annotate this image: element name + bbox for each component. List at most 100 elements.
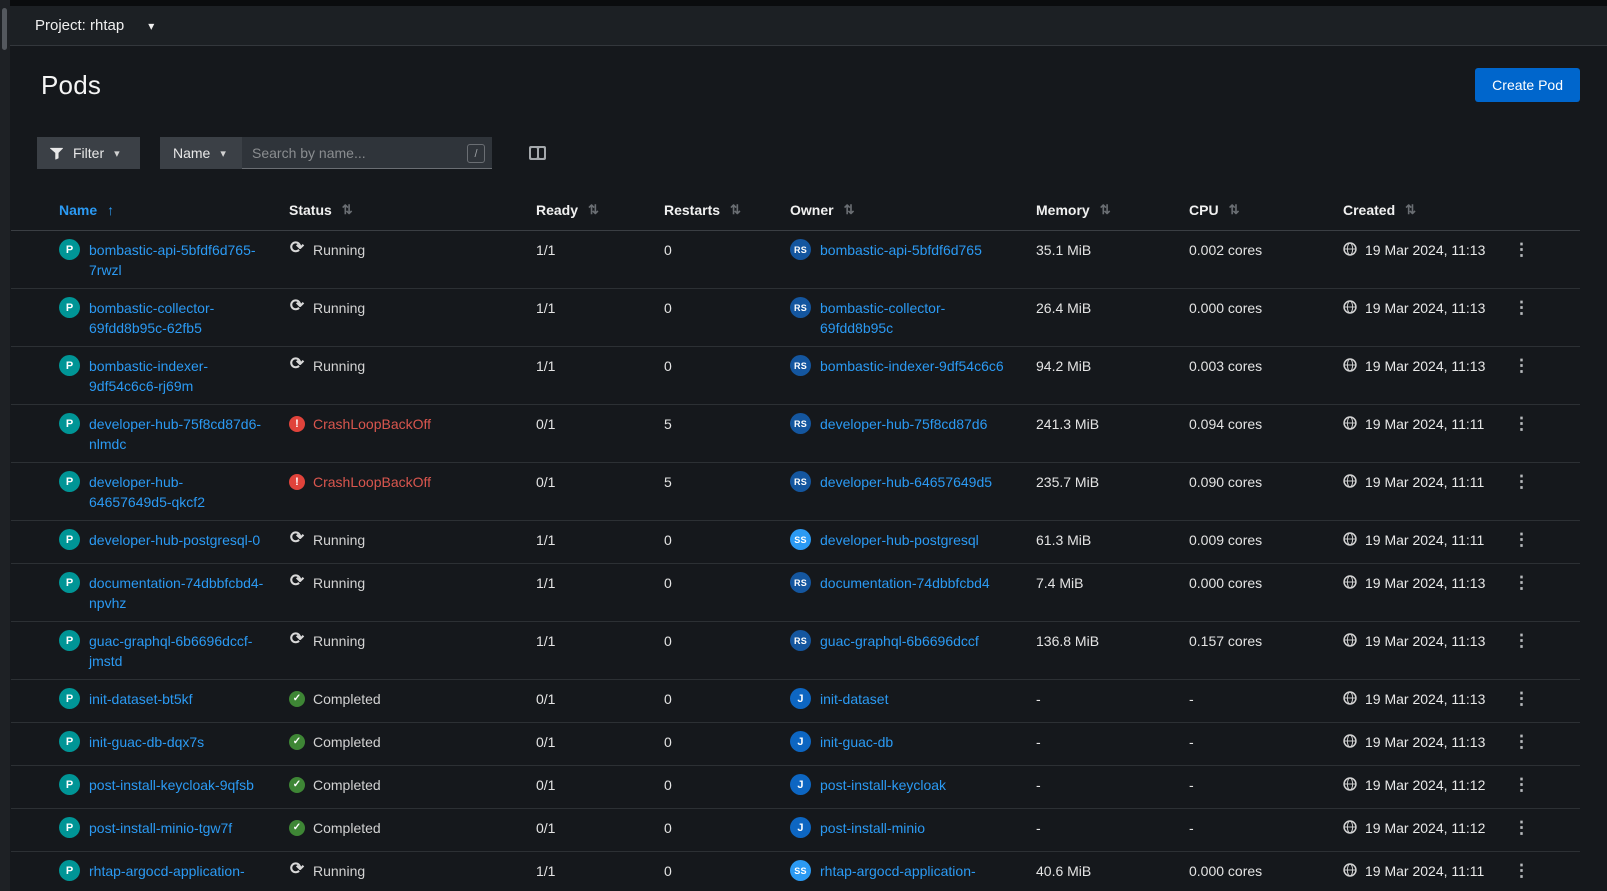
kebab-menu-button[interactable]: ⋮ — [1489, 531, 1540, 549]
owner-link[interactable]: rhtap-argocd-application- — [820, 861, 1012, 881]
globe-icon — [1343, 575, 1357, 589]
kebab-menu-button[interactable]: ⋮ — [1489, 574, 1540, 592]
sort-icon: ⇅ — [341, 202, 353, 217]
table-row: P developer-hub-64657649d5-qkcf2 ! Crash… — [11, 463, 1580, 521]
project-selector-dropdown[interactable]: Project: rhtap ▾ — [35, 17, 154, 34]
pod-name-link[interactable]: bombastic-collector-69fdd8b95c-62fb5 — [89, 298, 265, 338]
pod-name-link[interactable]: post-install-keycloak-9qfsb — [89, 775, 265, 795]
pod-badge: P — [59, 413, 80, 434]
created-timestamp: 19 Mar 2024, 11:11 — [1365, 532, 1485, 548]
sort-icon: ⇅ — [730, 202, 741, 217]
owner-badge: SS — [790, 529, 811, 550]
table-row: P post-install-minio-tgw7f ✓ Completed 0… — [11, 809, 1580, 852]
slash-shortcut-badge: / — [467, 144, 485, 163]
pod-status-icon: ✓ — [289, 691, 305, 707]
pod-status-text: Running — [313, 633, 366, 649]
search-attribute-dropdown[interactable]: Name ▾ — [160, 137, 242, 169]
pod-name-link[interactable]: developer-hub-postgresql-0 — [89, 530, 265, 550]
pod-restart-count: 0 — [664, 691, 672, 707]
kebab-menu-button[interactable]: ⋮ — [1489, 357, 1540, 375]
pod-name-link[interactable]: developer-hub-75f8cd87d6-nlmdc — [89, 414, 265, 454]
pod-name-link[interactable]: bombastic-api-5bfdf6d765-7rwzl — [89, 240, 265, 280]
owner-link[interactable]: post-install-minio — [820, 818, 1012, 838]
kebab-menu-button[interactable]: ⋮ — [1489, 299, 1540, 317]
pod-ready-count: 1/1 — [536, 300, 556, 316]
pod-name-link[interactable]: rhtap-argocd-application- — [89, 861, 265, 881]
pod-memory: 61.3 MiB — [1036, 532, 1092, 548]
globe-icon — [1343, 474, 1357, 488]
pod-name-link[interactable]: documentation-74dbbfcbd4-npvhz — [89, 573, 265, 613]
pod-ready-count: 1/1 — [536, 242, 556, 258]
owner-link[interactable]: bombastic-indexer-9df54c6c6 — [820, 356, 1012, 376]
pods-table-header: Name ↑ Status ⇅ Ready ⇅ Restarts ⇅ Owner — [11, 190, 1580, 231]
globe-icon — [1343, 416, 1357, 430]
table-row: P documentation-74dbbfcbd4-npvhz ⟳ Runni… — [11, 564, 1580, 622]
owner-link[interactable]: bombastic-collector-69fdd8b95c — [820, 298, 1012, 338]
column-header-created[interactable]: Created ⇅ — [1343, 202, 1489, 218]
kebab-menu-button[interactable]: ⋮ — [1489, 632, 1540, 650]
pod-name-link[interactable]: init-guac-db-dqx7s — [89, 732, 265, 752]
pod-created: 19 Mar 2024, 11:12 — [1343, 775, 1489, 795]
owner-link[interactable]: init-dataset — [820, 689, 1012, 709]
column-header-cpu[interactable]: CPU ⇅ — [1189, 202, 1343, 218]
pod-created: 19 Mar 2024, 11:11 — [1343, 530, 1489, 550]
owner-link[interactable]: developer-hub-64657649d5 — [820, 472, 1012, 492]
pod-badge: P — [59, 774, 80, 795]
column-header-ready[interactable]: Ready ⇅ — [536, 202, 664, 218]
pod-restart-count: 5 — [664, 416, 672, 432]
pod-memory: 7.4 MiB — [1036, 575, 1084, 591]
pod-name-link[interactable]: post-install-minio-tgw7f — [89, 818, 265, 838]
pod-status-text: CrashLoopBackOff — [313, 416, 432, 432]
owner-link[interactable]: post-install-keycloak — [820, 775, 1012, 795]
create-pod-button[interactable]: Create Pod — [1475, 68, 1580, 102]
sort-icon: ⇅ — [1405, 202, 1417, 217]
pod-ready-count: 0/1 — [536, 691, 556, 707]
pod-restart-count: 0 — [664, 242, 672, 258]
column-header-status[interactable]: Status ⇅ — [289, 202, 536, 218]
filter-dropdown[interactable]: Filter ▾ — [37, 137, 140, 169]
created-timestamp: 19 Mar 2024, 11:13 — [1365, 575, 1486, 591]
pod-ready-count: 1/1 — [536, 532, 556, 548]
column-header-restarts[interactable]: Restarts ⇅ — [664, 202, 790, 218]
pod-badge: P — [59, 355, 80, 376]
kebab-menu-button[interactable]: ⋮ — [1489, 690, 1540, 708]
pod-cpu: - — [1189, 691, 1194, 707]
pod-created: 19 Mar 2024, 11:13 — [1343, 298, 1489, 318]
owner-link[interactable]: guac-graphql-6b6696dccf — [820, 631, 1012, 651]
created-timestamp: 19 Mar 2024, 11:13 — [1365, 734, 1486, 750]
pod-ready-count: 0/1 — [536, 734, 556, 750]
pod-cpu: - — [1189, 777, 1194, 793]
pod-name-link[interactable]: bombastic-indexer-9df54c6c6-rj69m — [89, 356, 265, 396]
caret-down-icon: ▾ — [114, 147, 120, 160]
owner-link[interactable]: developer-hub-75f8cd87d6 — [820, 414, 1012, 434]
pod-name-link[interactable]: guac-graphql-6b6696dccf-jmstd — [89, 631, 265, 671]
column-header-name[interactable]: Name ↑ — [59, 202, 289, 218]
pod-name-link[interactable]: init-dataset-bt5kf — [89, 689, 265, 709]
column-management-icon[interactable] — [529, 146, 546, 160]
pod-badge: P — [59, 630, 80, 651]
owner-link[interactable]: bombastic-api-5bfdf6d765 — [820, 240, 1012, 260]
pod-restart-count: 0 — [664, 358, 672, 374]
owner-badge: RS — [790, 413, 811, 434]
search-input[interactable] — [242, 137, 492, 169]
kebab-menu-button[interactable]: ⋮ — [1489, 819, 1540, 837]
pod-cpu: 0.003 cores — [1189, 358, 1263, 374]
page-scrollbar[interactable] — [0, 0, 10, 891]
column-header-owner[interactable]: Owner ⇅ — [790, 202, 1036, 218]
pod-name-link[interactable]: developer-hub-64657649d5-qkcf2 — [89, 472, 265, 512]
kebab-menu-button[interactable]: ⋮ — [1489, 241, 1540, 259]
kebab-menu-button[interactable]: ⋮ — [1489, 776, 1540, 794]
kebab-menu-button[interactable]: ⋮ — [1489, 862, 1540, 880]
scrollbar-thumb[interactable] — [2, 8, 7, 50]
owner-link[interactable]: documentation-74dbbfcbd4 — [820, 573, 1012, 593]
created-timestamp: 19 Mar 2024, 11:11 — [1365, 863, 1485, 879]
kebab-menu-button[interactable]: ⋮ — [1489, 473, 1540, 491]
globe-icon — [1343, 777, 1357, 791]
kebab-menu-button[interactable]: ⋮ — [1489, 733, 1540, 751]
kebab-menu-button[interactable]: ⋮ — [1489, 415, 1540, 433]
column-header-memory[interactable]: Memory ⇅ — [1036, 202, 1189, 218]
owner-link[interactable]: init-guac-db — [820, 732, 1012, 752]
owner-link[interactable]: developer-hub-postgresql — [820, 530, 1012, 550]
pod-created: 19 Mar 2024, 11:13 — [1343, 356, 1489, 376]
pod-cpu: 0.157 cores — [1189, 633, 1263, 649]
